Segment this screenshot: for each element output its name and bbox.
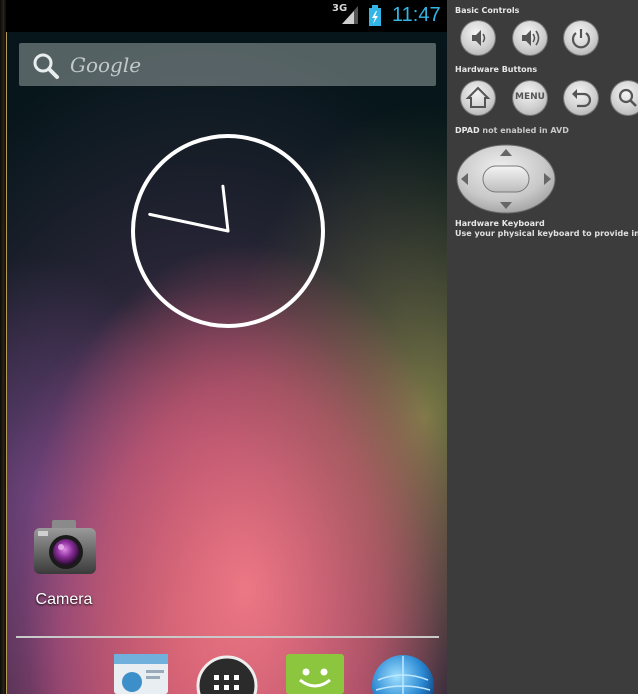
hardware-buttons-heading: Hardware Buttons bbox=[455, 65, 538, 74]
hardware-keyboard-description: Use your physical keyboard to provide in… bbox=[455, 229, 638, 238]
app-shortcut-camera[interactable]: Camera bbox=[20, 515, 110, 615]
battery-charging-icon bbox=[369, 5, 381, 26]
device-frame-edge bbox=[0, 0, 7, 694]
status-bar: 3G 11:47 bbox=[6, 0, 447, 32]
camera-icon bbox=[34, 520, 96, 574]
back-button[interactable] bbox=[564, 81, 598, 115]
menu-button-label: MENU bbox=[515, 92, 545, 102]
emulator-controls-panel: Basic Controls Hardware Buttons MENU DPA… bbox=[447, 0, 638, 694]
volume-up-button[interactable] bbox=[513, 21, 547, 55]
search-icon bbox=[33, 53, 59, 79]
dock-divider bbox=[16, 636, 439, 638]
dpad-control[interactable] bbox=[455, 143, 557, 215]
android-market-icon[interactable] bbox=[284, 652, 346, 694]
clock-minute-hand bbox=[148, 212, 230, 233]
dpad-status: not enabled in AVD bbox=[482, 126, 569, 135]
google-search-bar[interactable]: Google bbox=[19, 43, 436, 86]
status-time: 11:47 bbox=[392, 4, 441, 26]
search-label: Google bbox=[70, 53, 142, 77]
search-icon bbox=[618, 88, 637, 107]
search-hw-button[interactable] bbox=[611, 81, 638, 115]
dpad-heading: DPAD not enabled in AVD bbox=[455, 126, 569, 135]
back-icon bbox=[572, 89, 592, 108]
app-label-camera: Camera bbox=[35, 591, 93, 608]
clock-hour-hand bbox=[221, 184, 230, 233]
emulator-screen[interactable]: 3G 11:47 Google Camera bbox=[0, 0, 447, 694]
power-button[interactable] bbox=[564, 21, 598, 55]
volume-down-icon bbox=[472, 30, 486, 46]
all-apps-icon[interactable] bbox=[196, 652, 258, 694]
hardware-keyboard-heading: Hardware Keyboard bbox=[455, 219, 545, 228]
browser-icon[interactable] bbox=[370, 652, 436, 694]
home-button[interactable] bbox=[461, 81, 495, 115]
dpad-title: DPAD bbox=[455, 126, 480, 135]
people-icon[interactable] bbox=[110, 652, 172, 694]
volume-down-button[interactable] bbox=[461, 21, 495, 55]
home-icon bbox=[465, 86, 491, 108]
power-icon bbox=[571, 29, 591, 49]
signal-icon bbox=[342, 6, 358, 24]
basic-controls-heading: Basic Controls bbox=[455, 6, 520, 15]
analog-clock-widget[interactable] bbox=[130, 133, 326, 329]
menu-button[interactable]: MENU bbox=[513, 81, 547, 115]
volume-up-icon bbox=[522, 30, 540, 46]
